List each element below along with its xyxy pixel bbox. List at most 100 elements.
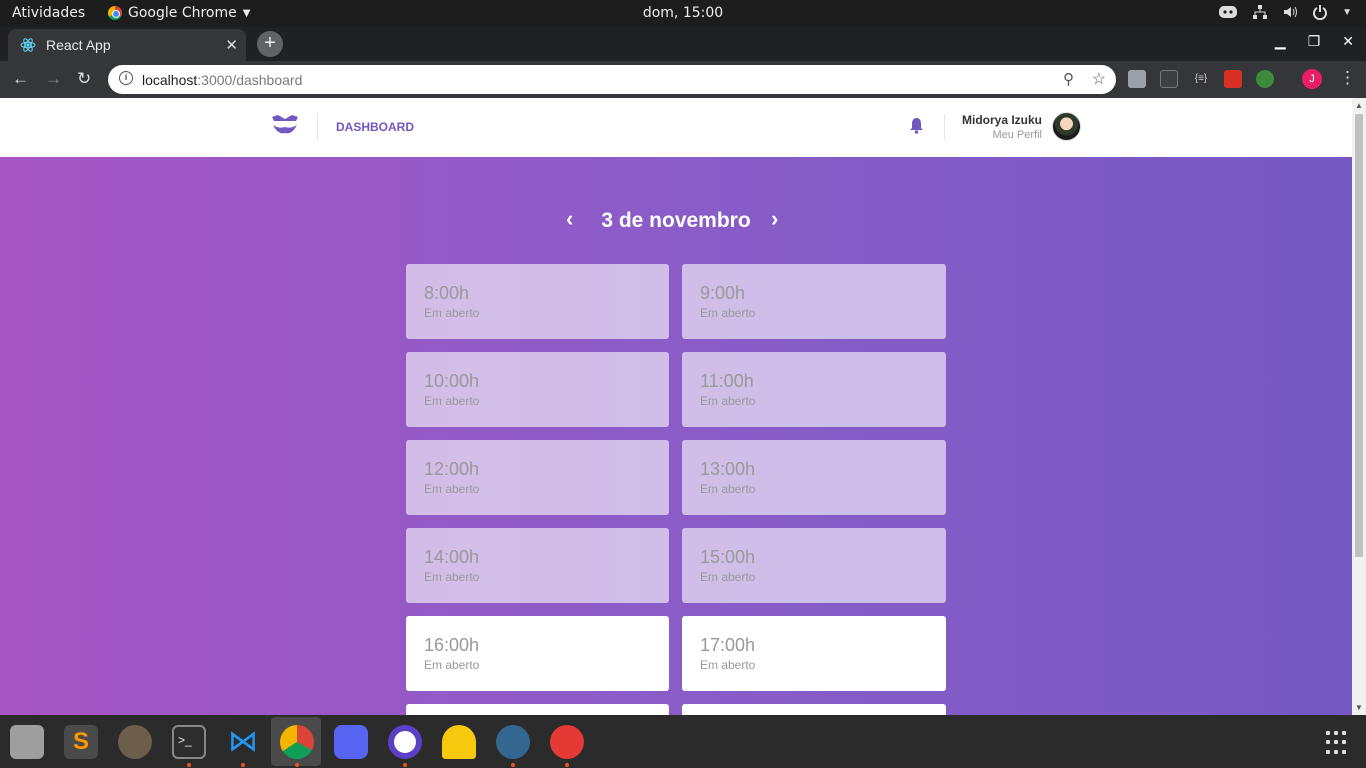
- back-arrow-icon[interactable]: ←: [12, 69, 29, 89]
- extension-octopus-icon[interactable]: [1224, 70, 1242, 88]
- slot-time: 9:00h: [700, 283, 746, 303]
- new-tab-button[interactable]: +: [257, 31, 283, 57]
- react-favicon-icon: [20, 38, 36, 52]
- url-path: :3000/dashboard: [197, 71, 303, 88]
- url-host: localhost: [142, 71, 198, 88]
- discord-dock-icon[interactable]: [334, 725, 368, 759]
- slot-time: 17:00h: [700, 635, 756, 655]
- running-indicator: [403, 763, 407, 767]
- files-icon[interactable]: [10, 725, 44, 759]
- system-top-bar: Atividades Google Chrome ▼ dom, 15:00 ▼: [0, 0, 1366, 27]
- slot-status: Em aberto: [424, 306, 480, 320]
- minimize-icon[interactable]: ▁: [1275, 33, 1286, 50]
- slot-time: 13:00h: [700, 459, 756, 479]
- current-date-title: 3 de novembro: [601, 209, 751, 232]
- barber-mustache-logo-icon[interactable]: [270, 113, 300, 139]
- tray-chevron-down-icon[interactable]: ▼: [1342, 7, 1352, 18]
- app-header: DASHBOARD Midorya Izuku Meu Perfil: [0, 98, 1352, 157]
- extension-json-icon[interactable]: {≡}: [1192, 70, 1210, 88]
- prev-day-chevron-icon[interactable]: ‹: [566, 206, 573, 232]
- running-indicator: [565, 763, 569, 767]
- forward-arrow-icon[interactable]: →: [45, 69, 62, 89]
- time-slot-card[interactable]: 16:00h Em aberto: [406, 616, 669, 691]
- running-indicator: [187, 763, 191, 767]
- tab-title: React App: [46, 37, 111, 53]
- power-icon[interactable]: [1312, 4, 1328, 20]
- vscode-icon[interactable]: ⋈: [226, 725, 260, 759]
- time-slot-card[interactable]: 15:00h Em aberto: [682, 528, 946, 603]
- chrome-icon: [108, 6, 122, 20]
- time-slot-card[interactable]: 9:00h Em aberto: [682, 264, 946, 339]
- bookmark-star-icon[interactable]: ☆: [1092, 69, 1106, 89]
- time-slot-card[interactable]: 8:00h Em aberto: [406, 264, 669, 339]
- redis-icon[interactable]: [550, 725, 584, 759]
- slot-status: Em aberto: [700, 658, 756, 672]
- scroll-up-icon[interactable]: ▲: [1355, 101, 1363, 110]
- slot-time: 12:00h: [424, 459, 480, 479]
- ubuntu-dock: S >_ ⋈: [0, 715, 1366, 768]
- system-tray[interactable]: ▼: [1218, 4, 1352, 20]
- nav-dashboard-link[interactable]: DASHBOARD: [336, 120, 414, 134]
- running-indicator: [511, 763, 515, 767]
- slot-status: Em aberto: [700, 482, 756, 496]
- slot-time: 8:00h: [424, 283, 470, 303]
- time-slot-card[interactable]: 11:00h Em aberto: [682, 352, 946, 427]
- insomnia-icon[interactable]: [388, 725, 422, 759]
- browser-tab[interactable]: React App ✕: [8, 29, 246, 61]
- extension-node-icon[interactable]: [1256, 70, 1274, 88]
- my-profile-link[interactable]: Meu Perfil: [992, 129, 1042, 141]
- extensions-area: {≡}: [1128, 70, 1274, 88]
- next-day-chevron-icon[interactable]: ›: [771, 206, 778, 232]
- page-scrollbar[interactable]: ▲ ▼: [1352, 98, 1366, 715]
- yarn-helmet-icon[interactable]: [442, 725, 476, 759]
- scroll-down-icon[interactable]: ▼: [1355, 703, 1363, 712]
- restore-icon[interactable]: ❐: [1308, 33, 1321, 50]
- tab-close-icon[interactable]: ✕: [225, 36, 238, 54]
- extension-window-icon[interactable]: [1160, 70, 1178, 88]
- chevron-down-icon: ▼: [242, 7, 251, 19]
- more-menu-icon[interactable]: ⋮: [1339, 68, 1356, 88]
- activities-button[interactable]: Atividades: [12, 5, 85, 21]
- chrome-dock-icon[interactable]: [280, 725, 314, 759]
- site-info-icon[interactable]: i: [119, 71, 133, 85]
- profile-avatar[interactable]: J: [1302, 69, 1322, 89]
- time-slot-card[interactable]: 17:00h Em aberto: [682, 616, 946, 691]
- terminal-icon[interactable]: >_: [172, 725, 206, 759]
- slot-status: Em aberto: [424, 394, 480, 408]
- slot-status: Em aberto: [700, 570, 756, 584]
- sublime-text-icon[interactable]: S: [64, 725, 98, 759]
- time-slot-card[interactable]: 12:00h Em aberto: [406, 440, 669, 515]
- user-avatar[interactable]: [1052, 112, 1081, 141]
- notification-bell-icon[interactable]: [909, 117, 924, 134]
- discord-tray-icon[interactable]: [1218, 4, 1238, 20]
- slot-status: Em aberto: [424, 482, 480, 496]
- slot-time: 16:00h: [424, 635, 480, 655]
- volume-icon[interactable]: [1282, 4, 1298, 20]
- page-viewport: DASHBOARD Midorya Izuku Meu Perfil ‹ 3 d…: [0, 98, 1352, 715]
- header-divider: [317, 114, 318, 140]
- address-bar[interactable]: i localhost:3000/dashboard ⚲ ☆: [108, 65, 1116, 94]
- show-applications-icon[interactable]: [1326, 731, 1350, 755]
- close-window-icon[interactable]: ✕: [1342, 33, 1354, 50]
- time-slot-card[interactable]: 13:00h Em aberto: [682, 440, 946, 515]
- zoom-icon[interactable]: ⚲: [1063, 70, 1074, 88]
- extension-search-icon[interactable]: [1128, 70, 1146, 88]
- slot-status: Em aberto: [424, 658, 480, 672]
- user-name: Midorya Izuku: [961, 113, 1042, 127]
- time-slot-card[interactable]: 10:00h Em aberto: [406, 352, 669, 427]
- scrollbar-thumb[interactable]: [1355, 114, 1363, 557]
- slot-time: 15:00h: [700, 547, 756, 567]
- time-slot-card[interactable]: 14:00h Em aberto: [406, 528, 669, 603]
- app-menu[interactable]: Google Chrome ▼: [108, 5, 250, 21]
- slot-time: 14:00h: [424, 547, 480, 567]
- slot-status: Em aberto: [700, 306, 756, 320]
- network-icon[interactable]: [1252, 4, 1268, 20]
- postgres-elephant-icon[interactable]: [496, 725, 530, 759]
- time-slot-card[interactable]: [406, 704, 669, 715]
- time-slot-grid: 8:00h Em aberto 9:00h Em aberto 10:00h Em abe…: [406, 264, 946, 715]
- beekeeper-icon[interactable]: [118, 725, 152, 759]
- time-slot-card[interactable]: [682, 704, 946, 715]
- app-menu-label: Google Chrome: [128, 5, 237, 21]
- reload-icon[interactable]: ↻: [77, 69, 91, 89]
- running-indicator: [295, 763, 299, 767]
